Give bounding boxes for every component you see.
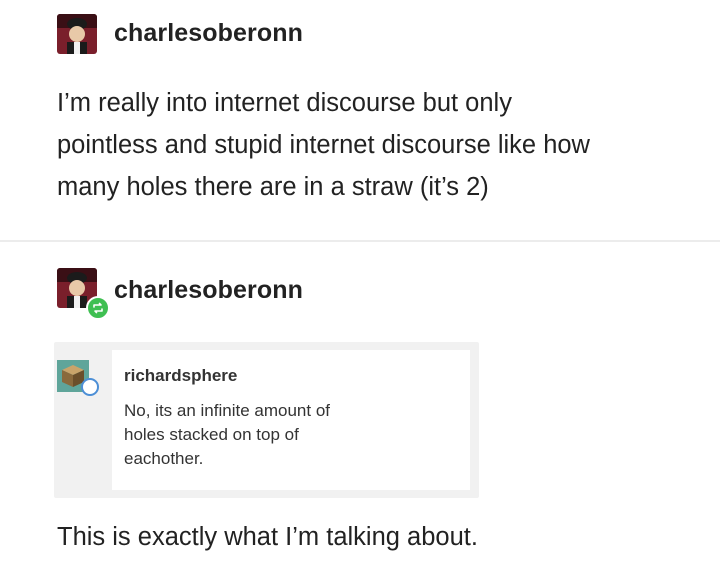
quoted-text-line: eachother. bbox=[124, 449, 204, 468]
post-username[interactable]: charlesoberonn bbox=[114, 19, 303, 48]
user-avatar-icon bbox=[57, 14, 97, 54]
post-body: I’m really into internet discourse but o… bbox=[57, 82, 590, 208]
quoted-username[interactable]: richardsphere bbox=[124, 366, 237, 386]
post-text-line: pointless and stupid internet discourse … bbox=[57, 131, 590, 159]
post-text-line: I’m really into internet discourse but o… bbox=[57, 89, 512, 117]
reblog-username[interactable]: charlesoberonn bbox=[114, 276, 303, 305]
post-divider bbox=[0, 240, 720, 242]
quoted-text-line: holes stacked on top of bbox=[124, 425, 299, 444]
reblog-icon bbox=[86, 296, 110, 320]
post-avatar[interactable] bbox=[57, 14, 97, 54]
quoted-badge-icon bbox=[81, 378, 99, 396]
post-text-line: many holes there are in a straw (it’s 2) bbox=[57, 173, 489, 201]
reblog-comment: This is exactly what I’m talking about. bbox=[57, 523, 478, 551]
quoted-text-line: No, its an infinite amount of bbox=[124, 401, 331, 420]
quoted-text: No, its an infinite amount of holes stac… bbox=[124, 399, 424, 471]
